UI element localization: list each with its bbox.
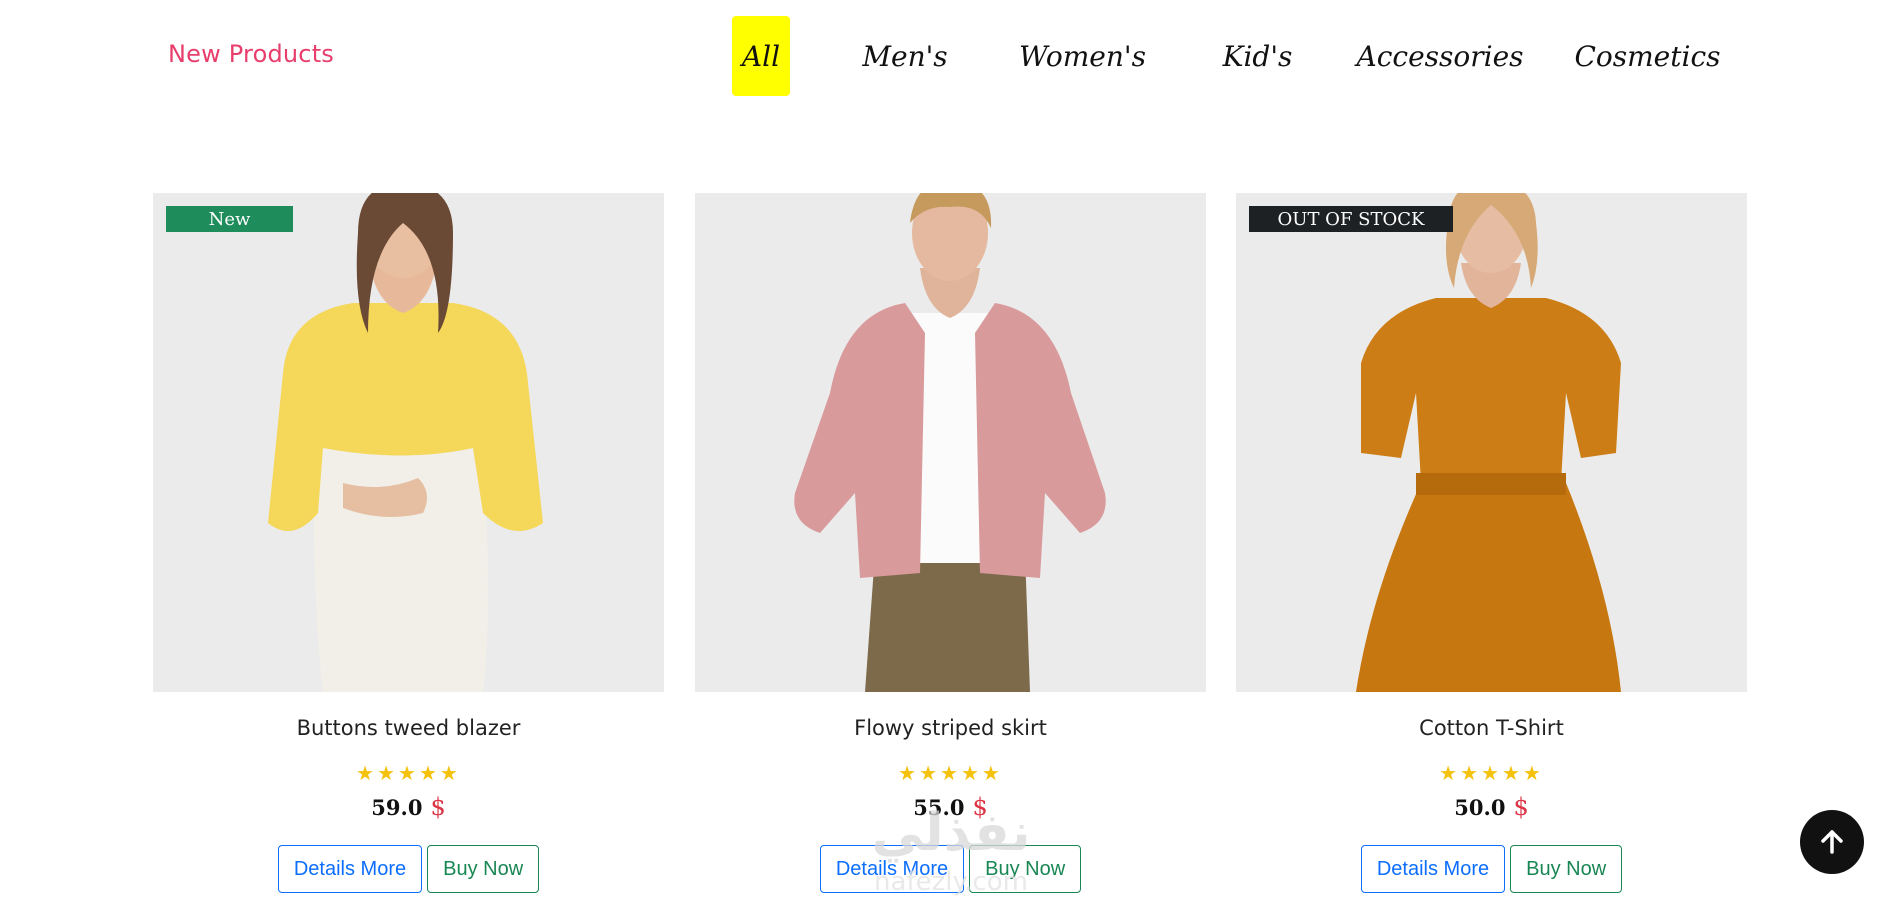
tab-kids[interactable]: Kid's [1220, 16, 1295, 96]
product-price: 55.0 [913, 795, 965, 820]
out-of-stock-badge: OUT OF STOCK [1249, 206, 1453, 232]
woman-yellow-blouse-photo [153, 193, 664, 692]
product-card: OUT OF STOCK Cotton T-Shirt ★★★★★ 50.0 $ … [1236, 193, 1747, 893]
price-row: 59.0 $ [153, 793, 664, 821]
product-name[interactable]: Cotton T-Shirt [1236, 716, 1747, 740]
card-actions: Details More Buy Now [695, 845, 1206, 893]
price-row: 50.0 $ [1236, 793, 1747, 821]
rating-stars: ★★★★★ [1439, 763, 1544, 785]
rating-stars: ★★★★★ [898, 763, 1003, 785]
tab-womens[interactable]: Women's [1019, 16, 1146, 96]
tab-mens[interactable]: Men's [860, 16, 950, 96]
woman-orange-dress-photo [1236, 193, 1747, 692]
product-image[interactable]: OUT OF STOCK [1236, 193, 1747, 692]
product-card: Flowy striped skirt ★★★★★ 55.0 $ Details … [695, 193, 1206, 893]
tab-all[interactable]: All [732, 16, 790, 96]
product-name[interactable]: Flowy striped skirt [695, 716, 1206, 740]
tab-accessories[interactable]: Accessories [1356, 16, 1523, 96]
rating-stars: ★★★★★ [356, 763, 461, 785]
buy-now-button[interactable]: Buy Now [1510, 845, 1623, 893]
product-price: 59.0 [371, 795, 423, 820]
card-actions: Details More Buy Now [1236, 845, 1747, 893]
man-pink-shirt-photo [695, 193, 1206, 692]
product-name[interactable]: Buttons tweed blazer [153, 716, 664, 740]
buy-now-button[interactable]: Buy Now [427, 845, 540, 893]
buy-now-button[interactable]: Buy Now [969, 845, 1082, 893]
currency-symbol: $ [972, 793, 988, 821]
card-actions: Details More Buy Now [153, 845, 664, 893]
arrow-up-icon [1821, 830, 1843, 854]
details-more-button[interactable]: Details More [1360, 845, 1506, 893]
product-price: 50.0 [1454, 795, 1506, 820]
category-tabs: All Men's Women's Kid's Accessories Cosm… [0, 16, 1891, 96]
tab-cosmetics[interactable]: Cosmetics [1574, 16, 1720, 96]
currency-symbol: $ [1513, 793, 1529, 821]
price-row: 55.0 $ [695, 793, 1206, 821]
new-badge: New [166, 206, 293, 232]
details-more-button[interactable]: Details More [819, 845, 965, 893]
currency-symbol: $ [430, 793, 446, 821]
product-card: New Buttons tweed blazer ★★★★★ 59.0 $ Det… [153, 193, 664, 893]
product-image[interactable]: New [153, 193, 664, 692]
back-to-top-button[interactable] [1800, 810, 1864, 874]
details-more-button[interactable]: Details More [277, 845, 423, 893]
product-image[interactable] [695, 193, 1206, 692]
